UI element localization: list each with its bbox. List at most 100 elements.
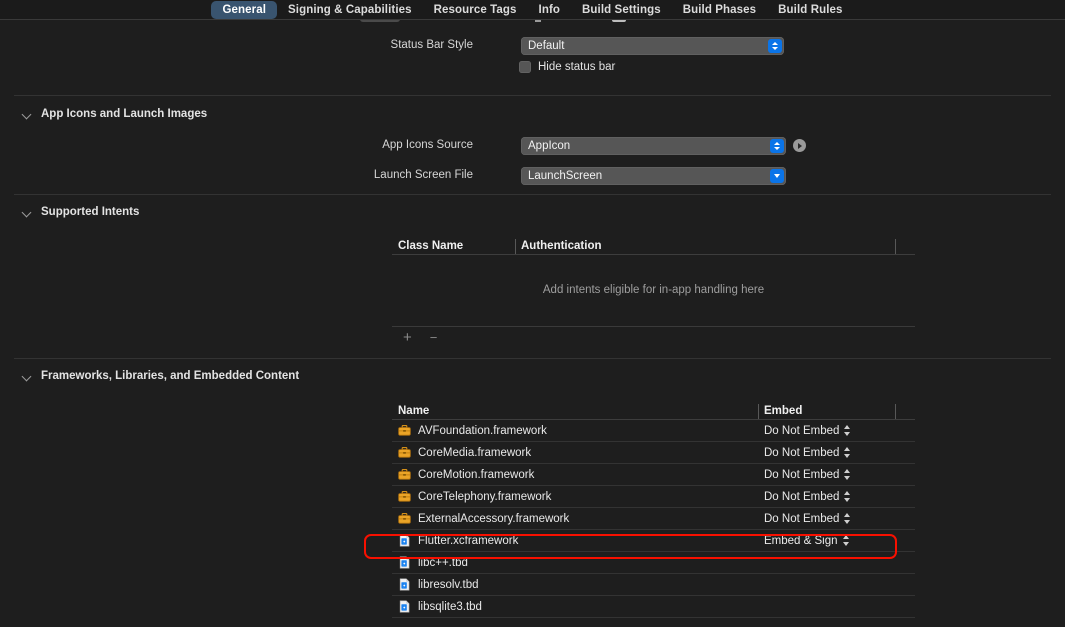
launch-screen-file-combobox[interactable]: LaunchScreen bbox=[521, 167, 786, 185]
framework-name-label: AVFoundation.framework bbox=[418, 424, 547, 437]
divider-app-icons bbox=[14, 95, 1051, 96]
framework-briefcase-icon bbox=[398, 424, 411, 437]
tab-info[interactable]: Info bbox=[528, 1, 571, 19]
column-spacer bbox=[895, 403, 915, 420]
add-intent-button[interactable]: + bbox=[403, 330, 412, 345]
chevron-updown-icon bbox=[844, 447, 851, 458]
tab-signing-capabilities[interactable]: Signing & Capabilities bbox=[277, 1, 423, 19]
table-row[interactable]: CoreMedia.framework Do Not Embed bbox=[392, 442, 915, 464]
app-icons-source-popup[interactable]: AppIcon bbox=[521, 137, 786, 155]
section-supported-intents[interactable]: Supported Intents bbox=[22, 206, 139, 218]
chevron-updown-icon bbox=[844, 513, 851, 524]
chevron-down-icon[interactable] bbox=[22, 371, 32, 381]
table-row[interactable]: libsqlite3.tbd bbox=[392, 596, 915, 618]
framework-name-label: CoreTelephony.framework bbox=[418, 490, 552, 503]
app-icons-source-value: AppIcon bbox=[528, 140, 571, 152]
framework-name-cell: libresolv.tbd bbox=[392, 578, 758, 591]
framework-briefcase-icon bbox=[398, 468, 411, 481]
chevron-updown-icon bbox=[844, 425, 851, 436]
framework-name-label: CoreMedia.framework bbox=[418, 446, 532, 459]
embed-value: Embed & Sign bbox=[764, 534, 838, 547]
tab-general[interactable]: General bbox=[211, 0, 278, 19]
embed-popup[interactable]: Do Not Embed bbox=[758, 513, 895, 525]
chevron-down-icon bbox=[770, 169, 784, 183]
embed-value: Do Not Embed bbox=[764, 512, 840, 525]
table-header: Class Name Authentication bbox=[392, 238, 915, 255]
divider-supported-intents bbox=[14, 194, 1051, 195]
remove-intent-button[interactable]: − bbox=[430, 330, 438, 345]
embed-popup[interactable]: Do Not Embed bbox=[758, 491, 895, 503]
embed-value: Do Not Embed bbox=[764, 424, 840, 437]
launch-screen-file-value: LaunchScreen bbox=[528, 170, 603, 182]
table-row[interactable]: Flutter.xcframework Embed & Sign bbox=[392, 530, 915, 552]
table-row[interactable]: ExternalAccessory.framework Do Not Embed bbox=[392, 508, 915, 530]
chevron-updown-icon bbox=[770, 139, 784, 153]
frameworks-table[interactable]: Name Embed AVFoundation.framework Do Not … bbox=[392, 403, 915, 618]
framework-name-cell: CoreTelephony.framework bbox=[392, 490, 758, 503]
framework-briefcase-icon bbox=[398, 512, 411, 525]
column-spacer bbox=[895, 238, 915, 255]
status-bar-style-label: Status Bar Style bbox=[390, 39, 473, 51]
document-blue-icon bbox=[398, 600, 411, 613]
table-row[interactable]: libc++.tbd bbox=[392, 552, 915, 574]
table-header: Name Embed bbox=[392, 403, 915, 420]
supported-intents-empty-message: Add intents eligible for in-app handling… bbox=[542, 284, 765, 296]
column-embed[interactable]: Embed bbox=[758, 403, 895, 420]
tab-resource-tags[interactable]: Resource Tags bbox=[423, 1, 528, 19]
tab-build-rules[interactable]: Build Rules bbox=[767, 1, 853, 19]
framework-name-cell: AVFoundation.framework bbox=[392, 424, 758, 437]
embed-popup[interactable]: Embed & Sign bbox=[758, 535, 895, 547]
column-class-name[interactable]: Class Name bbox=[392, 238, 515, 255]
embed-value: Do Not Embed bbox=[764, 468, 840, 481]
table-row[interactable]: AVFoundation.framework Do Not Embed bbox=[392, 420, 915, 442]
column-authentication[interactable]: Authentication bbox=[515, 238, 895, 255]
hide-status-bar-row[interactable]: Hide status bar bbox=[519, 61, 615, 73]
tab-build-settings[interactable]: Build Settings bbox=[571, 1, 672, 19]
framework-name-label: CoreMotion.framework bbox=[418, 468, 535, 481]
framework-briefcase-icon bbox=[398, 446, 411, 459]
section-title: Supported Intents bbox=[41, 206, 140, 218]
supported-intents-toolbar: + − bbox=[392, 326, 915, 348]
embed-popup[interactable]: Do Not Embed bbox=[758, 469, 895, 481]
framework-name-cell: ExternalAccessory.framework bbox=[392, 512, 758, 525]
document-blue-icon bbox=[398, 556, 411, 569]
chevron-down-icon[interactable] bbox=[22, 207, 32, 217]
framework-name-cell: libsqlite3.tbd bbox=[392, 600, 758, 613]
column-name[interactable]: Name bbox=[392, 403, 758, 420]
frameworks-row-list: AVFoundation.framework Do Not Embed CoreMe… bbox=[392, 420, 915, 618]
chevron-down-icon[interactable] bbox=[22, 109, 32, 119]
framework-name-cell: CoreMedia.framework bbox=[392, 446, 758, 459]
document-blue-icon bbox=[398, 578, 411, 591]
clipped-row-above bbox=[360, 20, 800, 25]
framework-name-label: libresolv.tbd bbox=[418, 578, 479, 591]
document-blue-icon bbox=[398, 534, 411, 547]
chevron-updown-icon bbox=[844, 491, 851, 502]
status-bar-style-value: Default bbox=[528, 40, 565, 52]
framework-briefcase-icon bbox=[398, 490, 411, 503]
supported-intents-table[interactable]: Class Name Authentication Add intents el… bbox=[392, 238, 915, 348]
table-row[interactable]: libresolv.tbd bbox=[392, 574, 915, 596]
chevron-updown-icon bbox=[844, 469, 851, 480]
configuration-tab-bar: General Signing & Capabilities Resource … bbox=[0, 0, 1065, 20]
embed-popup[interactable]: Do Not Embed bbox=[758, 425, 895, 437]
section-app-icons-and-launch-images[interactable]: App Icons and Launch Images bbox=[22, 108, 207, 120]
tab-build-phases[interactable]: Build Phases bbox=[672, 1, 767, 19]
framework-name-label: libc++.tbd bbox=[418, 556, 468, 569]
hide-status-bar-label: Hide status bar bbox=[538, 61, 616, 73]
framework-name-label: Flutter.xcframework bbox=[418, 534, 519, 547]
hide-status-bar-checkbox[interactable] bbox=[519, 61, 531, 73]
framework-name-label: libsqlite3.tbd bbox=[418, 600, 482, 613]
chevron-updown-icon bbox=[768, 39, 782, 53]
framework-name-cell: CoreMotion.framework bbox=[392, 468, 758, 481]
divider-frameworks bbox=[14, 358, 1051, 359]
section-frameworks-libraries-embedded-content[interactable]: Frameworks, Libraries, and Embedded Cont… bbox=[22, 370, 299, 382]
chevron-updown-icon bbox=[842, 535, 850, 546]
embed-popup[interactable]: Do Not Embed bbox=[758, 447, 895, 459]
table-row[interactable]: CoreMotion.framework Do Not Embed bbox=[392, 464, 915, 486]
table-row[interactable]: CoreTelephony.framework Do Not Embed bbox=[392, 486, 915, 508]
app-icons-reveal-button[interactable] bbox=[793, 139, 806, 152]
framework-name-cell: libc++.tbd bbox=[392, 556, 758, 569]
embed-value: Do Not Embed bbox=[764, 490, 840, 503]
status-bar-style-popup[interactable]: Default bbox=[521, 37, 784, 55]
app-icons-source-label: App Icons Source bbox=[382, 139, 473, 151]
